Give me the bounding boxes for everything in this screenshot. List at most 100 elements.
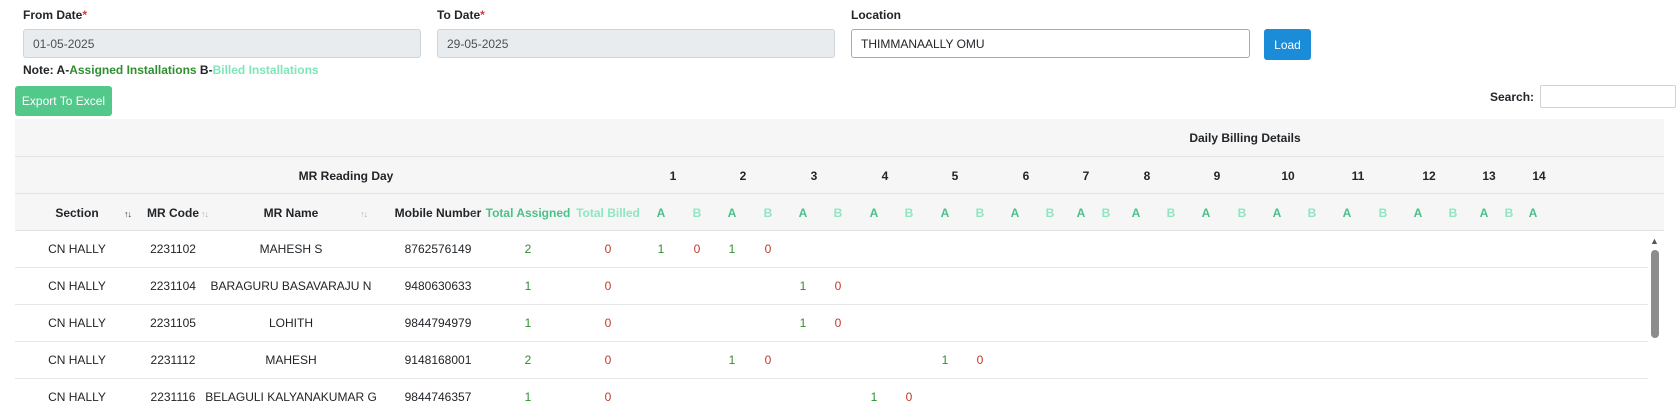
- from-date-input[interactable]: 01-05-2025: [23, 29, 421, 58]
- mr-reading-day-label: MR Reading Day: [298, 169, 394, 183]
- cell-mobile: 9844746357: [404, 390, 472, 404]
- cell-mr-code: 2231112: [150, 353, 196, 367]
- day-header-9: 9: [1213, 169, 1221, 183]
- cell-mr-name: LOHITH: [268, 316, 314, 330]
- scroll-thumb[interactable]: [1651, 250, 1659, 338]
- day-13-a-header: A: [1479, 206, 1489, 220]
- day-2-a-header: A: [727, 206, 737, 220]
- cell-day-2-b: 0: [764, 242, 772, 256]
- cell-day-2-b: 0: [764, 353, 772, 367]
- day-5-b-header: B: [975, 206, 985, 220]
- day-header-3: 3: [810, 169, 818, 183]
- table-row[interactable]: CN HALLY 2231112 MAHESH 9148168001 2 0 1 0 1 0: [15, 342, 1650, 379]
- legend-note: Note: A-Assigned Installations B-Billed …: [23, 63, 319, 77]
- cell-section: CN HALLY: [48, 390, 106, 404]
- day-8-a-header: A: [1131, 206, 1141, 220]
- day-9-a-header: A: [1201, 206, 1211, 220]
- from-date-label: From Date*: [23, 8, 88, 22]
- cell-day-5-b: 0: [976, 353, 984, 367]
- header-row-columns: Section MR Code MR Name Mobile Number Total …: [15, 194, 1664, 231]
- export-excel-button[interactable]: Export To Excel: [15, 86, 112, 116]
- cell-total-assigned: 2: [524, 353, 532, 367]
- day-header-6: 6: [1022, 169, 1030, 183]
- cell-mr-code: 2231104: [150, 279, 196, 293]
- cell-total-assigned: 1: [524, 316, 532, 330]
- day-12-b-header: B: [1448, 206, 1458, 220]
- sort-icon[interactable]: ↑↓: [470, 209, 478, 219]
- day-3-b-header: B: [833, 206, 843, 220]
- cell-mobile: 9148168001: [404, 353, 472, 367]
- day-4-b-header: B: [904, 206, 914, 220]
- day-6-a-header: A: [1010, 206, 1020, 220]
- cell-day-1-b: 0: [693, 242, 701, 256]
- load-button[interactable]: Load: [1264, 29, 1311, 60]
- day-header-10: 10: [1281, 169, 1295, 183]
- cell-mobile: 9844794979: [404, 316, 472, 330]
- table-row[interactable]: CN HALLY 2231102 MAHESH S 8762576149 2 0 1 0 1 0: [15, 231, 1650, 268]
- day-header-8: 8: [1143, 169, 1151, 183]
- day-7-b-header: B: [1101, 206, 1111, 220]
- to-date-group: To Date* 29-05-2025: [437, 8, 835, 58]
- day-header-4: 4: [881, 169, 889, 183]
- search-label: Search:: [1490, 89, 1535, 104]
- table-row[interactable]: CN HALLY 2231104 BARAGURU BASAVARAJU N 9480…: [15, 268, 1650, 305]
- cell-mr-name: MAHESH S: [259, 242, 323, 256]
- location-select[interactable]: THIMMANAALLY OMU: [851, 29, 1250, 58]
- cell-mr-name: BARAGURU BASAVARAJU N: [210, 279, 372, 293]
- group-header: Daily Billing Details: [1189, 131, 1301, 145]
- cell-day-3-a: 1: [799, 316, 807, 330]
- col-section[interactable]: Section: [55, 206, 98, 220]
- cell-day-3-a: 1: [799, 279, 807, 293]
- col-mr-name[interactable]: MR Name: [264, 206, 319, 220]
- cell-section: CN HALLY: [48, 279, 106, 293]
- cell-day-1-a: 1: [657, 242, 665, 256]
- day-header-12: 12: [1422, 169, 1436, 183]
- search-group: Search:: [1490, 85, 1677, 108]
- cell-total-billed: 0: [604, 242, 612, 256]
- col-mobile-number[interactable]: Mobile Number: [395, 206, 482, 220]
- col-total-assigned[interactable]: Total Assigned: [486, 206, 571, 220]
- header-row-group: Daily Billing Details: [15, 119, 1664, 157]
- cell-mr-code: 2231116: [150, 390, 196, 404]
- day-11-a-header: A: [1342, 206, 1352, 220]
- cell-section: CN HALLY: [48, 353, 106, 367]
- sort-icon[interactable]: ↑↓: [124, 209, 132, 219]
- cell-section: CN HALLY: [48, 316, 106, 330]
- sort-icon[interactable]: ↑↓: [201, 209, 209, 219]
- cell-day-3-b: 0: [834, 279, 842, 293]
- day-header-13: 13: [1482, 169, 1496, 183]
- day-10-a-header: A: [1272, 206, 1282, 220]
- day-11-b-header: B: [1378, 206, 1388, 220]
- day-14-a-header: A: [1528, 206, 1538, 220]
- cell-mr-name: BELAGULI KALYANAKUMAR G: [205, 390, 377, 404]
- location-label: Location: [851, 8, 901, 22]
- cell-day-4-a: 1: [870, 390, 878, 404]
- day-2-b-header: B: [763, 206, 773, 220]
- to-date-label: To Date*: [437, 8, 485, 22]
- sort-icon[interactable]: ↑↓: [360, 209, 368, 219]
- day-header-11: 11: [1351, 169, 1365, 183]
- to-date-input[interactable]: 29-05-2025: [437, 29, 835, 58]
- location-group: Location THIMMANAALLY OMU: [851, 8, 1250, 58]
- day-3-a-header: A: [798, 206, 808, 220]
- col-total-billed[interactable]: Total Billed: [576, 206, 640, 220]
- search-input[interactable]: [1540, 85, 1677, 108]
- from-date-group: From Date* 01-05-2025: [23, 8, 421, 58]
- table-scrollbar[interactable]: ▲: [1648, 236, 1662, 411]
- cell-total-billed: 0: [604, 279, 612, 293]
- cell-day-5-a: 1: [941, 353, 949, 367]
- table-row[interactable]: CN HALLY 2231116 BELAGULI KALYANAKUMAR G 98…: [15, 379, 1650, 411]
- scroll-up-icon[interactable]: ▲: [1650, 236, 1659, 246]
- cell-day-3-b: 0: [834, 316, 842, 330]
- col-mr-code[interactable]: MR Code: [147, 206, 199, 220]
- cell-day-4-b: 0: [905, 390, 913, 404]
- day-10-b-header: B: [1307, 206, 1317, 220]
- cell-total-billed: 0: [604, 316, 612, 330]
- day-1-a-header: A: [656, 206, 666, 220]
- day-header-5: 5: [951, 169, 959, 183]
- header-row-days: MR Reading Day 1 2 3 4 5 6 7 8 9 10 11 12 13 14: [15, 157, 1664, 194]
- table-row[interactable]: CN HALLY 2231105 LOHITH 9844794979 1 0 1 0: [15, 305, 1650, 342]
- day-8-b-header: B: [1166, 206, 1176, 220]
- cell-total-billed: 0: [604, 390, 612, 404]
- cell-day-2-a: 1: [728, 353, 736, 367]
